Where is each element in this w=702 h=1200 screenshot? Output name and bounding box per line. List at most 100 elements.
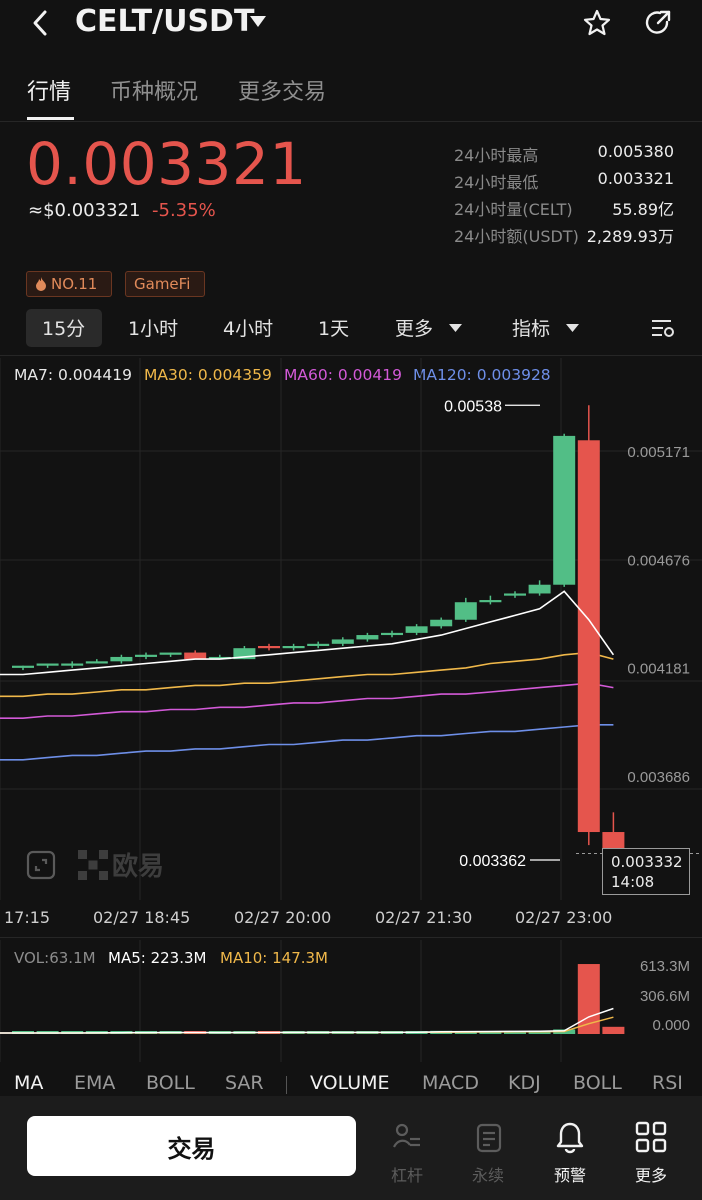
y-tick-label: 0.004181 — [627, 661, 690, 678]
chart-settings-icon[interactable] — [651, 318, 675, 338]
vol-y-tick-label: 306.6M — [640, 988, 690, 1005]
interval-more[interactable]: 更多 — [395, 314, 463, 341]
candle-body — [258, 646, 280, 649]
indicator-volume[interactable]: VOLUME — [310, 1072, 390, 1094]
tab-more-trading[interactable]: 更多交易 — [238, 74, 326, 106]
rank-tag[interactable]: NO.11 — [26, 271, 112, 297]
current-price-tag: 0.003332 14:08 — [602, 848, 690, 895]
candle-body — [331, 639, 354, 644]
indicator-sub-boll[interactable]: BOLL — [573, 1072, 622, 1094]
pair-title[interactable]: CELT/USDT — [75, 4, 254, 39]
x-tick-label: 02/27 21:30 — [375, 908, 473, 927]
candle-body — [504, 593, 526, 596]
flame-icon — [36, 277, 46, 291]
stat-value-volume: 55.89亿 — [612, 200, 674, 219]
x-tick-label: 02/27 23:00 — [515, 908, 613, 927]
vol-ma10-legend: MA10: 147.3M — [220, 949, 328, 967]
caret-down-icon[interactable] — [250, 16, 266, 28]
caret-down-icon — [449, 324, 463, 332]
indicator-ema[interactable]: EMA — [74, 1072, 115, 1094]
usd-price: ≈$0.003321 — [28, 200, 141, 221]
vol-legend: VOL:63.1M — [14, 949, 96, 967]
stat-label-high: 24小时最高 — [454, 146, 539, 165]
indicators-menu[interactable]: 指标 — [512, 314, 580, 341]
y-tick-label: 0.005171 — [627, 444, 690, 461]
candle-body — [159, 652, 182, 655]
candle-body — [282, 646, 305, 649]
interval-more-label: 更多 — [395, 318, 434, 340]
rank-tag-label: NO.11 — [51, 275, 98, 293]
vol-y-tick-label: 613.3M — [640, 958, 690, 975]
ma60-line — [0, 682, 614, 720]
vol-y-tick-label: 0.000 — [652, 1017, 690, 1034]
bell-icon[interactable] — [553, 1120, 587, 1154]
watermark-brand: 欧易 — [112, 852, 165, 882]
stat-value-high: 0.005380 — [597, 142, 674, 161]
y-tick-label: 0.004676 — [627, 552, 690, 569]
nav-label-more: 更多 — [634, 1166, 667, 1185]
indicator-sar[interactable]: SAR — [225, 1072, 264, 1094]
candle-body — [454, 602, 477, 620]
candle-body — [61, 663, 84, 666]
volume-chart[interactable]: 613.3M 306.6M 0.000 — [0, 940, 702, 1062]
interval-15m[interactable]: 15分 — [42, 314, 85, 341]
candle-countdown: 14:08 — [611, 873, 655, 891]
candle-body — [12, 665, 34, 668]
tab-coin-overview[interactable]: 币种概况 — [110, 74, 198, 106]
high-price-label: 0.00538 — [444, 398, 502, 415]
candle-body — [577, 440, 600, 833]
tab-market[interactable]: 行情 — [27, 74, 71, 106]
trade-button[interactable]: 交易 — [27, 1116, 356, 1176]
okx-logo-icon — [78, 850, 108, 880]
candle-body — [405, 626, 428, 633]
grid-icon[interactable] — [634, 1120, 668, 1154]
divider — [0, 121, 702, 122]
share-icon[interactable] — [643, 8, 673, 38]
vol-ma5-line — [0, 1007, 614, 1034]
candle-body — [135, 654, 157, 657]
candle-body — [307, 643, 330, 646]
stat-label-volume: 24小时量(CELT) — [454, 200, 573, 219]
stat-value-low: 0.003321 — [597, 169, 674, 188]
caret-down-icon — [566, 324, 580, 332]
nav-label-perpetual: 永续 — [471, 1166, 504, 1185]
indicator-macd[interactable]: MACD — [422, 1072, 479, 1094]
tab-underline — [27, 117, 74, 120]
vol-ma5-legend: MA5: 223.3M — [108, 949, 207, 967]
price-change: -5.35% — [152, 200, 216, 221]
perpetual-icon[interactable] — [471, 1121, 505, 1155]
candle-body — [110, 656, 133, 662]
candle-body — [85, 661, 108, 664]
low-price-label: 0.003362 — [459, 853, 526, 870]
ma120-line — [0, 723, 614, 761]
indicator-boll[interactable]: BOLL — [146, 1072, 195, 1094]
indicator-rsi[interactable]: RSI — [652, 1072, 683, 1094]
star-icon[interactable] — [582, 8, 612, 38]
x-tick-label: 17:15 — [4, 908, 51, 927]
interval-4h[interactable]: 4小时 — [223, 314, 273, 341]
candle-body — [528, 584, 551, 594]
back-chevron-icon[interactable] — [26, 8, 56, 38]
x-tick-label: 02/27 20:00 — [234, 908, 332, 927]
candle-body — [184, 652, 207, 660]
interval-1d[interactable]: 1天 — [318, 314, 349, 341]
indicator-ma[interactable]: MA — [14, 1072, 43, 1094]
stat-label-turnover: 24小时额(USDT) — [454, 227, 579, 246]
leverage-icon[interactable] — [390, 1121, 424, 1155]
indicators-label: 指标 — [512, 318, 551, 340]
x-tick-label: 02/27 18:45 — [93, 908, 191, 927]
candle-body — [553, 435, 576, 585]
indicator-kdj[interactable]: KDJ — [508, 1072, 541, 1094]
indicator-separator — [286, 1076, 287, 1094]
stat-value-turnover: 2,289.93万 — [586, 227, 674, 246]
current-price-value: 0.003332 — [611, 853, 683, 871]
last-price: 0.003321 — [26, 130, 307, 198]
candlestick-chart[interactable]: 0.005171 0.004676 0.004181 0.003686 0.00538 0… — [0, 358, 702, 900]
divider — [0, 355, 702, 356]
sector-tag[interactable]: GameFi — [125, 271, 205, 297]
divider — [0, 937, 702, 938]
interval-1h[interactable]: 1小时 — [128, 314, 178, 341]
nav-label-alerts: 预警 — [553, 1166, 586, 1185]
fullscreen-icon[interactable] — [26, 850, 56, 880]
candle-body — [381, 632, 403, 636]
